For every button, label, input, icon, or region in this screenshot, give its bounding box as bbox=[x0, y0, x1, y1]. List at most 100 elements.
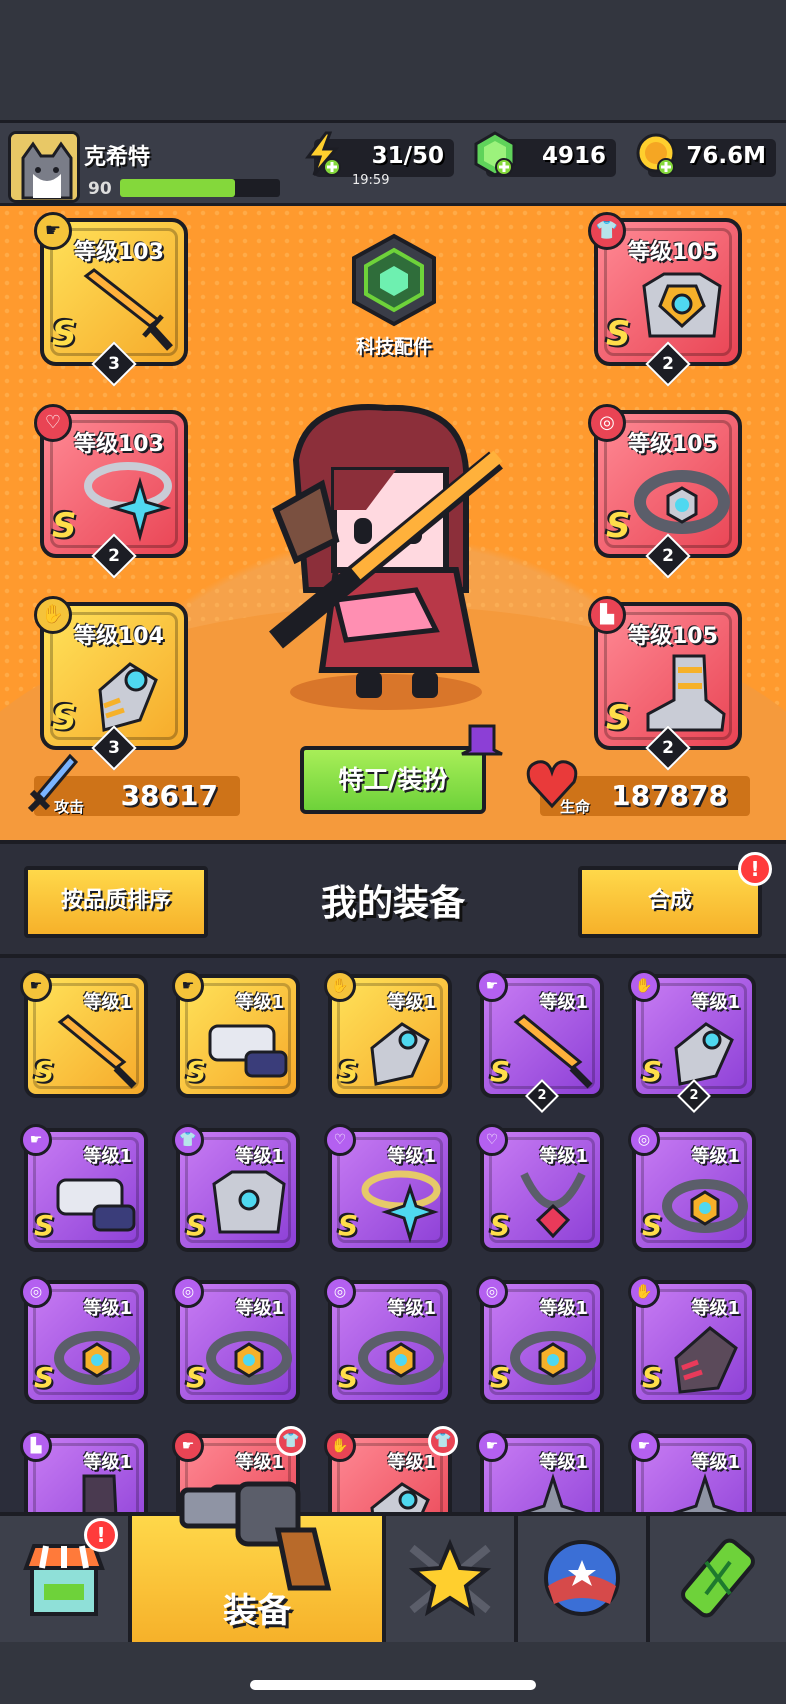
equipped-necklace-slot[interactable]: ♡ 等级103 S 2 bbox=[34, 404, 188, 579]
slot-grade: S bbox=[52, 314, 77, 354]
equipped-weapon-slot[interactable]: ☛ 等级103 S 3 bbox=[34, 212, 188, 387]
home-indicator bbox=[250, 1680, 536, 1690]
item-grade: S bbox=[338, 1209, 359, 1242]
item-grade: S bbox=[186, 1209, 207, 1242]
coin-counter[interactable]: 76.6M bbox=[636, 133, 776, 177]
equip-upgrade-badge: 👕 bbox=[276, 1426, 306, 1456]
nav-tab-research[interactable] bbox=[650, 1516, 786, 1642]
star-necklace-icon bbox=[84, 462, 172, 542]
item-level: 等级1 bbox=[83, 1298, 132, 1319]
coin-value: 76.6M bbox=[686, 143, 766, 169]
item-grade: S bbox=[34, 1055, 55, 1088]
item-type-icon: ☛ bbox=[628, 1430, 660, 1462]
inventory-item[interactable]: ◎ 等级1 S bbox=[628, 1124, 756, 1252]
belt-icon bbox=[634, 470, 730, 534]
top-bar: 克希特 90 31/50 19:59 4916 76.6M bbox=[0, 120, 786, 206]
item-type-icon: ✋ bbox=[324, 1430, 356, 1462]
player-avatar[interactable] bbox=[8, 131, 80, 203]
sword-icon bbox=[57, 1014, 137, 1089]
inventory-item[interactable]: ✋ 等级1 S 2 bbox=[628, 970, 756, 1113]
nav-tab-talent[interactable] bbox=[386, 1516, 518, 1642]
hp-value: 187878 bbox=[611, 779, 728, 812]
nav-tab-shop[interactable]: ! bbox=[0, 1516, 132, 1642]
star-count-value: 3 bbox=[108, 354, 120, 374]
inventory-item[interactable]: ☛ 等级1 S 2 bbox=[476, 970, 604, 1113]
gem-counter[interactable]: 4916 bbox=[474, 131, 616, 177]
inventory-item[interactable]: ☛等级1S bbox=[20, 1124, 148, 1252]
star-count-value: 2 bbox=[662, 354, 674, 374]
item-grade: S bbox=[490, 1361, 511, 1394]
slot-level: 等级105 bbox=[628, 624, 718, 649]
belt-icon bbox=[662, 1179, 748, 1233]
item-type-icon: ✋ bbox=[628, 1276, 660, 1308]
equipped-gloves-slot[interactable]: ✋ 等级104 S 3 bbox=[34, 596, 188, 771]
item-type-icon: ☛ bbox=[172, 970, 204, 1002]
merge-button[interactable]: 合成 bbox=[578, 866, 762, 938]
agent-outfit-button[interactable]: 特工/装扮 bbox=[300, 724, 503, 814]
inventory-item[interactable]: 👕 等级1 S bbox=[172, 1124, 300, 1252]
item-type-icon: ◎ bbox=[324, 1276, 356, 1308]
item-grade: S bbox=[338, 1055, 359, 1088]
inventory-item[interactable]: ☛等级1S bbox=[628, 1430, 756, 1514]
item-type-icon: ◎ bbox=[476, 1276, 508, 1308]
inventory-item[interactable]: ◎ 等级1 S bbox=[172, 1276, 300, 1404]
item-type-icon: ▙ bbox=[20, 1430, 52, 1462]
nav-tab-pets[interactable] bbox=[518, 1516, 650, 1642]
belt-icon bbox=[54, 1331, 140, 1385]
slot-level: 等级105 bbox=[628, 240, 718, 265]
belt-icon bbox=[358, 1331, 444, 1385]
gloves-type-icon: ✋ bbox=[34, 596, 72, 634]
star-count-value: 2 bbox=[662, 738, 674, 758]
inventory-item[interactable]: ✋ 等级1 S bbox=[628, 1276, 756, 1404]
attack-value: 38617 bbox=[120, 779, 218, 812]
lightning-icon bbox=[305, 131, 341, 176]
item-type-icon: ☛ bbox=[172, 1430, 204, 1462]
item-grade: S bbox=[34, 1209, 55, 1242]
nav-tab-equipment[interactable]: 装备 bbox=[132, 1481, 386, 1642]
shop-alert-badge: ! bbox=[84, 1518, 118, 1552]
item-type-icon: ☛ bbox=[20, 1124, 52, 1156]
inventory-item[interactable]: ♡ 等级1 S bbox=[476, 1124, 604, 1252]
inventory-item[interactable]: ◎ 等级1 S bbox=[476, 1276, 604, 1404]
inventory-item[interactable]: ☛等级1S bbox=[172, 970, 300, 1098]
gem-value: 4916 bbox=[541, 143, 606, 169]
item-level: 等级1 bbox=[691, 992, 740, 1013]
inventory-item[interactable]: ◎ 等级1 S bbox=[324, 1276, 452, 1404]
inventory-item[interactable]: ◎ 等级1 S bbox=[20, 1276, 148, 1404]
merge-button-label: 合成 bbox=[647, 888, 692, 913]
cat-avatar-icon bbox=[11, 134, 77, 200]
equipped-armor-slot[interactable]: 👕 等级105 S 2 bbox=[588, 212, 742, 387]
slot-level: 等级103 bbox=[74, 432, 164, 457]
gauntlet-icon bbox=[674, 1022, 734, 1086]
star-necklace-icon bbox=[361, 1170, 441, 1244]
item-grade: S bbox=[338, 1361, 359, 1394]
belt-icon bbox=[510, 1331, 596, 1385]
equipped-boots-slot[interactable]: ▙ 等级105 S 2 bbox=[588, 596, 742, 771]
inventory-item[interactable]: ☛等级1S bbox=[20, 970, 148, 1098]
slot-grade: S bbox=[606, 314, 631, 354]
inventory-item[interactable]: ✋等级1S👕 bbox=[324, 1426, 458, 1514]
hp-label: 生命 bbox=[560, 798, 591, 816]
energy-counter[interactable]: 31/50 bbox=[305, 131, 454, 177]
item-level: 等级1 bbox=[83, 992, 132, 1013]
tech-accessory-button[interactable]: 科技配件 bbox=[344, 232, 444, 362]
star-count-value: 2 bbox=[108, 546, 120, 566]
star-count-value: 2 bbox=[689, 1088, 699, 1103]
attack-stat: 攻击 38617 bbox=[27, 753, 240, 816]
weapon-type-icon: ☛ bbox=[34, 212, 72, 250]
item-grade: S bbox=[642, 1361, 663, 1394]
blaster-icon bbox=[56, 1178, 136, 1232]
inventory-item[interactable]: ▙等级1S bbox=[20, 1430, 148, 1514]
xp-bar bbox=[120, 179, 280, 197]
item-type-icon: ♡ bbox=[324, 1124, 356, 1156]
equipped-belt-slot[interactable]: ◎ 等级105 S 2 bbox=[588, 404, 742, 579]
item-level: 等级1 bbox=[387, 1298, 436, 1319]
inventory-item[interactable]: ☛等级1S bbox=[476, 1430, 604, 1514]
belt-type-icon: ◎ bbox=[588, 404, 626, 442]
item-level: 等级1 bbox=[539, 1452, 588, 1473]
star-swords-icon bbox=[408, 1538, 492, 1617]
item-type-icon: ✋ bbox=[324, 970, 356, 1002]
inventory-item[interactable]: ♡ 等级1 S bbox=[324, 1124, 452, 1252]
item-type-icon: ♡ bbox=[476, 1124, 508, 1156]
inventory-item[interactable]: ✋ 等级1 S bbox=[324, 970, 452, 1098]
